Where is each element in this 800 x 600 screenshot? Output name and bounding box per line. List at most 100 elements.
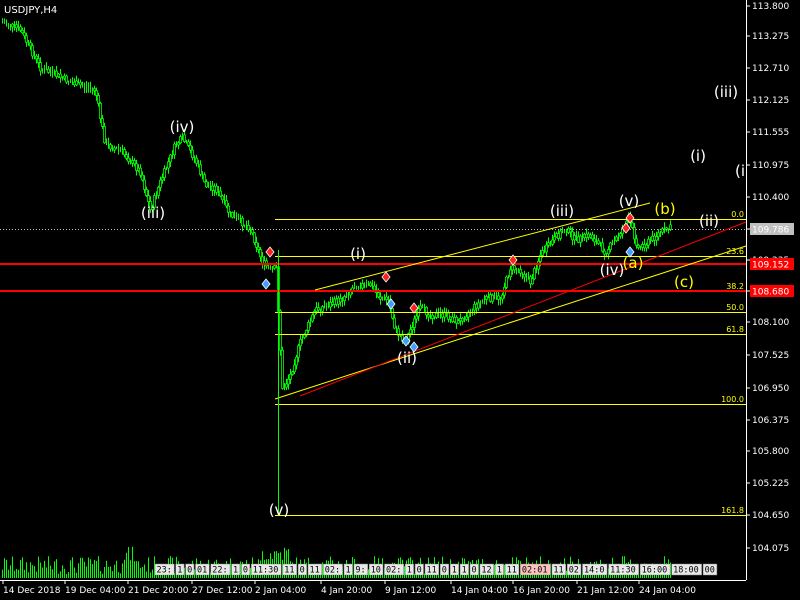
time-axis-label: 21 Dec 20:00 xyxy=(128,586,189,596)
candle-body xyxy=(191,149,194,158)
candle-body xyxy=(317,307,320,311)
elliott-wave-label: (i) xyxy=(350,245,366,263)
elliott-wave-label: (v) xyxy=(269,501,290,519)
candle-body xyxy=(505,276,508,288)
candle-body xyxy=(551,239,554,245)
elliott-wave-label: (ii) xyxy=(699,212,719,230)
elliott-wave-label: (iii) xyxy=(714,83,738,101)
candle-body xyxy=(485,295,488,300)
session-label-text: 02: xyxy=(325,566,340,576)
time-axis-label: 16 Jan 20:00 xyxy=(513,586,570,596)
candle-body xyxy=(241,217,244,227)
candle-body xyxy=(273,265,276,269)
candle-body xyxy=(157,186,160,196)
candle-body xyxy=(205,181,208,188)
candle-body xyxy=(161,177,164,181)
candle-body xyxy=(607,249,610,255)
symbol-title: USDJPY,H4 xyxy=(4,5,57,16)
candle-body xyxy=(25,35,28,43)
candle-body xyxy=(547,242,550,246)
candle-body xyxy=(215,185,218,193)
candle-body xyxy=(369,282,372,287)
candle-body xyxy=(591,234,594,240)
candle-body xyxy=(321,306,324,312)
elliott-wave-label: (iii) xyxy=(550,202,574,220)
price-tick-label: 113.800 xyxy=(752,2,789,12)
candle-body xyxy=(579,235,582,243)
price-tick-label: 106.950 xyxy=(752,384,789,394)
candle-body xyxy=(373,285,376,291)
time-axis-label: 14 Dec 2018 xyxy=(3,586,61,596)
candle-body xyxy=(313,310,316,316)
session-label-text: 11 xyxy=(507,566,517,576)
price-tick-label: 105.225 xyxy=(752,479,789,489)
time-axis-label: 14 Jan 04:00 xyxy=(451,586,508,596)
candle-body xyxy=(297,345,300,358)
price-tick-label: 108.100 xyxy=(752,318,789,328)
session-label-text: 22: xyxy=(212,566,227,576)
price-tick-label: 112.710 xyxy=(752,64,789,74)
candle-body xyxy=(545,244,548,253)
session-label-text: 1 xyxy=(497,566,502,576)
time-axis-label: 21 Jan 12:00 xyxy=(577,586,634,596)
candle-body xyxy=(59,73,62,78)
candle-body xyxy=(123,149,126,156)
elliott-wave-label: (a) xyxy=(623,254,644,272)
price-tick-label: 107.525 xyxy=(752,351,789,361)
session-label-text: 0 xyxy=(187,566,192,576)
session-label-text: 10 xyxy=(371,566,381,576)
candle-body xyxy=(379,296,382,300)
fib-level-label: 61.8 xyxy=(726,325,744,334)
candle-body xyxy=(513,265,516,271)
session-label-text: 1 xyxy=(462,566,467,576)
candle-body xyxy=(393,317,396,329)
time-axis-label: 19 Dec 04:00 xyxy=(65,586,126,596)
candle-body xyxy=(413,318,416,328)
candle-body xyxy=(291,371,294,375)
candle-body xyxy=(295,356,298,366)
candle-body xyxy=(133,160,136,165)
candle-body xyxy=(603,250,606,255)
candle-body xyxy=(95,90,98,96)
session-label-text: 02: xyxy=(386,566,401,576)
price-chart[interactable]: 0.023.638.250.061.8100.0161.8(iii)(iv)(v… xyxy=(0,0,800,600)
candle-body xyxy=(203,174,206,183)
elliott-wave-label: (iv) xyxy=(600,261,625,279)
candle-body xyxy=(491,294,494,302)
candle-body xyxy=(391,307,394,319)
candle-body xyxy=(79,82,82,86)
candle-body xyxy=(497,295,500,300)
candle-body xyxy=(657,232,660,238)
candle-body xyxy=(523,274,526,278)
time-axis-label: 27 Dec 12:00 xyxy=(192,586,253,596)
candle-body xyxy=(409,329,412,335)
session-label-text: 00 xyxy=(705,566,715,576)
candle-body xyxy=(109,144,112,150)
candle-body xyxy=(431,314,434,319)
candle-body xyxy=(143,179,146,190)
candle-body xyxy=(141,174,144,181)
session-label-text: 11 xyxy=(310,566,320,576)
candle-body xyxy=(377,292,380,298)
candle-body xyxy=(97,95,100,104)
candle-body xyxy=(189,144,192,151)
candle-body xyxy=(199,164,202,175)
session-label-text: 23: xyxy=(157,566,172,576)
candle-body xyxy=(635,238,638,246)
elliott-wave-label: (ii) xyxy=(397,349,417,367)
candle-body xyxy=(601,242,604,252)
candle-body xyxy=(427,314,430,318)
time-axis-label: 2 Jan 04:00 xyxy=(255,586,307,596)
candle-body xyxy=(477,302,480,309)
candle-body xyxy=(231,211,234,218)
candle-body xyxy=(227,205,230,213)
session-label-text: 0 xyxy=(472,566,477,576)
candle-body xyxy=(255,242,258,248)
elliott-wave-label: (iii) xyxy=(141,204,165,222)
fib-level-label: 161.8 xyxy=(721,506,744,515)
session-label-text: 0 xyxy=(442,566,447,576)
candle-body xyxy=(37,58,40,63)
session-label-text: 1 xyxy=(452,566,457,576)
candle-body xyxy=(343,296,346,301)
candle-body xyxy=(23,32,26,37)
